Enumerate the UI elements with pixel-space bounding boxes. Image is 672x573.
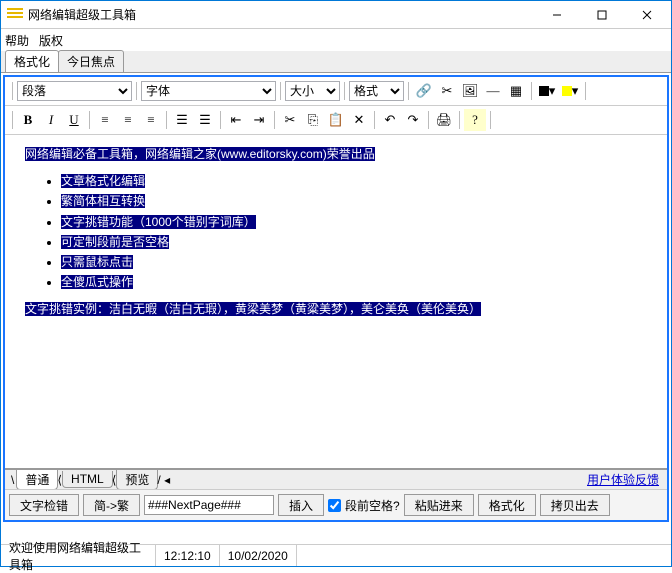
menu-help[interactable]: 帮助 [5, 32, 29, 49]
maximize-button[interactable] [579, 2, 624, 28]
help-icon[interactable]: ? [464, 109, 486, 131]
forecolor-icon[interactable]: ▾ [536, 80, 558, 102]
example-text: 文字挑错实例：洁白无暇（洁白无瑕），黄梁美梦（黄粱美梦），美仑美奂（美伦美奂） [25, 302, 481, 316]
menu-copyright[interactable]: 版权 [39, 32, 63, 49]
window-title: 网络编辑超级工具箱 [28, 6, 534, 23]
copy-icon[interactable]: ⎘ [302, 109, 324, 131]
status-empty [297, 545, 671, 566]
tab-format[interactable]: 格式化 [5, 50, 59, 72]
space-label: 段前空格? [345, 497, 400, 514]
main-tabbar: 格式化 今日焦点 [1, 51, 671, 73]
undo-icon[interactable]: ↶ [379, 109, 401, 131]
app-icon [7, 8, 23, 22]
minimize-button[interactable] [534, 2, 579, 28]
ordered-list-icon[interactable]: ☰ [171, 109, 193, 131]
tab-today[interactable]: 今日焦点 [58, 50, 124, 72]
close-button[interactable] [624, 2, 669, 28]
align-center-icon[interactable]: ≡ [117, 109, 139, 131]
status-time: 12:12:10 [156, 545, 220, 566]
redo-icon[interactable]: ↷ [402, 109, 424, 131]
insert-button[interactable]: 插入 [278, 494, 324, 516]
status-welcome: 欢迎使用网络编辑超级工具箱 [1, 545, 156, 566]
btab-preview[interactable]: 预览 [116, 470, 158, 490]
paragraph-select[interactable]: 段落 [17, 81, 132, 101]
s2t-button[interactable]: 简->繁 [83, 494, 140, 516]
list-item: 繁简体相互转换 [61, 194, 145, 208]
window-controls [534, 2, 669, 28]
btab-html[interactable]: HTML [62, 471, 113, 488]
format-button[interactable]: 格式化 [478, 494, 536, 516]
action-row: 文字检错 简->繁 插入 段前空格? 粘贴进来 格式化 拷贝出去 [5, 489, 667, 520]
unlink-icon[interactable]: ✂ [436, 80, 458, 102]
cut-icon[interactable]: ✂ [279, 109, 301, 131]
backcolor-icon[interactable]: ▾ [559, 80, 581, 102]
align-left-icon[interactable]: ≡ [94, 109, 116, 131]
space-checkbox[interactable] [328, 499, 341, 512]
unordered-list-icon[interactable]: ☰ [194, 109, 216, 131]
indent-icon[interactable]: ⇥ [248, 109, 270, 131]
hr-icon[interactable]: — [482, 80, 504, 102]
paste-in-button[interactable]: 粘贴进来 [404, 494, 474, 516]
print-icon[interactable]: 🖨 [433, 109, 455, 131]
list-item: 文章格式化编辑 [61, 174, 145, 188]
outdent-icon[interactable]: ⇤ [225, 109, 247, 131]
table-icon[interactable]: ▦ [505, 80, 527, 102]
toolbar-row-2: B I U ≡ ≡ ≡ ☰ ☰ ⇤ ⇥ ✂ ⎘ 📋 ✕ ↶ ↷ 🖨 ? [5, 106, 667, 135]
italic-icon[interactable]: I [40, 109, 62, 131]
feedback-link[interactable]: 用户体验反馈 [587, 471, 659, 488]
list-item: 可定制段前是否空格 [61, 235, 169, 249]
delete-icon[interactable]: ✕ [348, 109, 370, 131]
status-date: 10/02/2020 [220, 545, 297, 566]
underline-icon[interactable]: U [63, 109, 85, 131]
link-icon[interactable]: 🔗 [413, 80, 435, 102]
toolbar-row-1: 段落 字体 大小 格式 🔗 ✂ 🖼 — ▦ ▾ ▾ [5, 77, 667, 106]
app-window: 网络编辑超级工具箱 帮助 版权 格式化 今日焦点 段落 字体 大小 格式 🔗 ✂… [0, 0, 672, 567]
bottom-tabbar: \ 普通 ⟨ HTML ⟨ 预览 / ◂ 用户体验反馈 [5, 469, 667, 489]
menubar: 帮助 版权 [1, 29, 671, 51]
align-right-icon[interactable]: ≡ [140, 109, 162, 131]
bold-icon[interactable]: B [17, 109, 39, 131]
font-select[interactable]: 字体 [141, 81, 276, 101]
check-button[interactable]: 文字检错 [9, 494, 79, 516]
nextpage-field[interactable] [144, 495, 274, 515]
copy-out-button[interactable]: 拷贝出去 [540, 494, 610, 516]
main-panel: 段落 字体 大小 格式 🔗 ✂ 🖼 — ▦ ▾ ▾ B I U ≡ ≡ [3, 75, 669, 522]
paste-icon[interactable]: 📋 [325, 109, 347, 131]
format-select[interactable]: 格式 [349, 81, 404, 101]
intro-text: 网络编辑必备工具箱，网络编辑之家(www.editorsky.com)荣誉出品 [25, 147, 375, 161]
list-item: 只需鼠标点击 [61, 255, 133, 269]
size-select[interactable]: 大小 [285, 81, 340, 101]
btab-general[interactable]: 普通 [16, 470, 58, 490]
list-item: 文字挑错功能（1000个错别字词库） [61, 215, 256, 229]
titlebar: 网络编辑超级工具箱 [1, 1, 671, 29]
list-item: 全傻瓜式操作 [61, 275, 133, 289]
editor-area[interactable]: 网络编辑必备工具箱，网络编辑之家(www.editorsky.com)荣誉出品 … [5, 135, 667, 469]
statusbar: 欢迎使用网络编辑超级工具箱 12:12:10 10/02/2020 [1, 544, 671, 566]
image-icon[interactable]: 🖼 [459, 80, 481, 102]
feature-list: 文章格式化编辑 繁简体相互转换 文字挑错功能（1000个错别字词库） 可定制段前… [61, 172, 647, 292]
